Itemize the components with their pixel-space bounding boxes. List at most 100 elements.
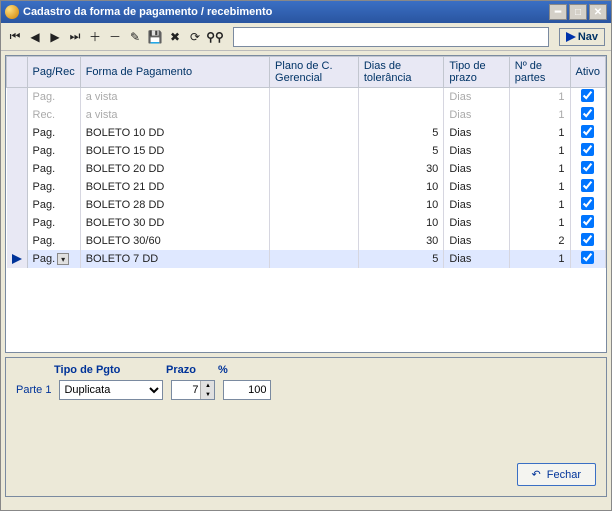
ativo-checkbox[interactable] (581, 89, 594, 102)
row-indicator (7, 232, 28, 250)
cell-pagrec: Pag. (27, 214, 80, 232)
ativo-checkbox[interactable] (581, 197, 594, 210)
cell-diastol (358, 106, 443, 124)
spinner-up-icon[interactable]: ▲ (200, 381, 214, 390)
cell-tipoprazo: Dias (444, 196, 509, 214)
col-diastol[interactable]: Dias de tolerância (358, 57, 443, 88)
search-icon[interactable]: ⚲⚲ (207, 28, 223, 46)
cell-plano (270, 142, 359, 160)
cell-plano (270, 232, 359, 250)
first-record-icon[interactable]: ⏮ (7, 28, 23, 46)
cell-tipoprazo: Dias (444, 178, 509, 196)
table-row[interactable]: Pag.BOLETO 28 DD10Dias1 (7, 196, 606, 214)
window-title: Cadastro da forma de pagamento / recebim… (23, 6, 547, 18)
hdr-tipo: Tipo de Pgto (54, 364, 166, 376)
cell-forma: BOLETO 7 DD (80, 250, 269, 268)
ativo-checkbox[interactable] (581, 233, 594, 246)
ativo-checkbox[interactable] (581, 107, 594, 120)
cell-plano (270, 214, 359, 232)
cell-pagrec[interactable]: Pag.▾ (27, 250, 80, 268)
remove-record-icon[interactable]: － (107, 28, 123, 46)
cell-ativo[interactable] (570, 160, 606, 178)
app-icon (5, 5, 19, 19)
next-record-icon[interactable]: ▶ (47, 28, 63, 46)
ativo-checkbox[interactable] (581, 125, 594, 138)
prazo-input[interactable] (172, 384, 200, 396)
table-row[interactable]: Pag.BOLETO 10 DD5Dias1 (7, 124, 606, 142)
table-row[interactable]: Pag.BOLETO 30 DD10Dias1 (7, 214, 606, 232)
close-button[interactable]: ↶ Fechar (517, 463, 596, 486)
table-row[interactable]: Pag.BOLETO 30/6030Dias2 (7, 232, 606, 250)
prazo-spinner[interactable]: ▲ ▼ (171, 380, 215, 400)
table-row[interactable]: Pag.▾BOLETO 7 DD5Dias1 (7, 250, 606, 268)
save-record-icon[interactable]: 💾 (147, 28, 163, 46)
cancel-record-icon[interactable]: ✖ (167, 28, 183, 46)
cell-ativo[interactable] (570, 124, 606, 142)
cell-ativo[interactable] (570, 178, 606, 196)
row-indicator (7, 88, 28, 107)
search-input[interactable] (233, 27, 549, 47)
cell-plano (270, 196, 359, 214)
table-row[interactable]: Rec.a vistaDias1 (7, 106, 606, 124)
cell-forma: BOLETO 28 DD (80, 196, 269, 214)
ativo-checkbox[interactable] (581, 179, 594, 192)
cell-diastol (358, 88, 443, 107)
cell-ativo[interactable] (570, 142, 606, 160)
ativo-checkbox[interactable] (581, 251, 594, 264)
row-indicator (7, 160, 28, 178)
pct-input[interactable] (223, 380, 271, 400)
cell-diastol: 5 (358, 142, 443, 160)
minimize-button[interactable]: ━ (549, 4, 567, 20)
spinner-down-icon[interactable]: ▼ (200, 390, 214, 399)
row-indicator (7, 178, 28, 196)
prev-record-icon[interactable]: ◀ (27, 28, 43, 46)
cell-ativo[interactable] (570, 196, 606, 214)
cell-ativo[interactable] (570, 106, 606, 124)
cell-ativo[interactable] (570, 88, 606, 107)
nav-button[interactable]: Nav (559, 28, 605, 46)
add-record-icon[interactable]: ＋ (87, 28, 103, 46)
refresh-icon[interactable]: ⟳ (187, 28, 203, 46)
header-row: Pag/Rec Forma de Pagamento Plano de C. G… (7, 57, 606, 88)
cell-npartes: 1 (509, 88, 570, 107)
cell-plano (270, 106, 359, 124)
chevron-down-icon[interactable]: ▾ (57, 253, 69, 265)
cell-plano (270, 250, 359, 268)
table-row[interactable]: Pag.BOLETO 15 DD5Dias1 (7, 142, 606, 160)
cell-tipoprazo: Dias (444, 214, 509, 232)
col-tipoprazo[interactable]: Tipo de prazo (444, 57, 509, 88)
maximize-button[interactable]: □ (569, 4, 587, 20)
col-npartes[interactable]: Nº de partes (509, 57, 570, 88)
edit-record-icon[interactable]: ✎ (127, 28, 143, 46)
cell-forma: BOLETO 20 DD (80, 160, 269, 178)
cell-ativo[interactable] (570, 250, 606, 268)
cell-ativo[interactable] (570, 232, 606, 250)
cell-pagrec: Pag. (27, 142, 80, 160)
window-close-button[interactable]: ✕ (589, 4, 607, 20)
table-row[interactable]: Pag.a vistaDias1 (7, 88, 606, 107)
data-grid[interactable]: Pag/Rec Forma de Pagamento Plano de C. G… (5, 55, 607, 353)
cell-npartes: 1 (509, 160, 570, 178)
row-indicator (7, 250, 28, 268)
col-pagrec[interactable]: Pag/Rec (27, 57, 80, 88)
cell-npartes: 1 (509, 106, 570, 124)
ativo-checkbox[interactable] (581, 161, 594, 174)
cell-diastol: 5 (358, 124, 443, 142)
cell-pagrec: Pag. (27, 124, 80, 142)
tipo-pgto-select[interactable]: Duplicata (59, 380, 163, 400)
cell-npartes: 1 (509, 196, 570, 214)
last-record-icon[interactable]: ⏭ (67, 28, 83, 46)
ativo-checkbox[interactable] (581, 215, 594, 228)
cell-diastol: 30 (358, 160, 443, 178)
row-indicator (7, 142, 28, 160)
cell-plano (270, 160, 359, 178)
cell-ativo[interactable] (570, 214, 606, 232)
table-row[interactable]: Pag.BOLETO 21 DD10Dias1 (7, 178, 606, 196)
col-plano[interactable]: Plano de C. Gerencial (270, 57, 359, 88)
col-forma[interactable]: Forma de Pagamento (80, 57, 269, 88)
table-row[interactable]: Pag.BOLETO 20 DD30Dias1 (7, 160, 606, 178)
toolbar: ⏮ ◀ ▶ ⏭ ＋ － ✎ 💾 ✖ ⟳ ⚲⚲ Nav (1, 23, 611, 51)
ativo-checkbox[interactable] (581, 143, 594, 156)
col-ativo[interactable]: Ativo (570, 57, 606, 88)
cell-npartes: 1 (509, 250, 570, 268)
